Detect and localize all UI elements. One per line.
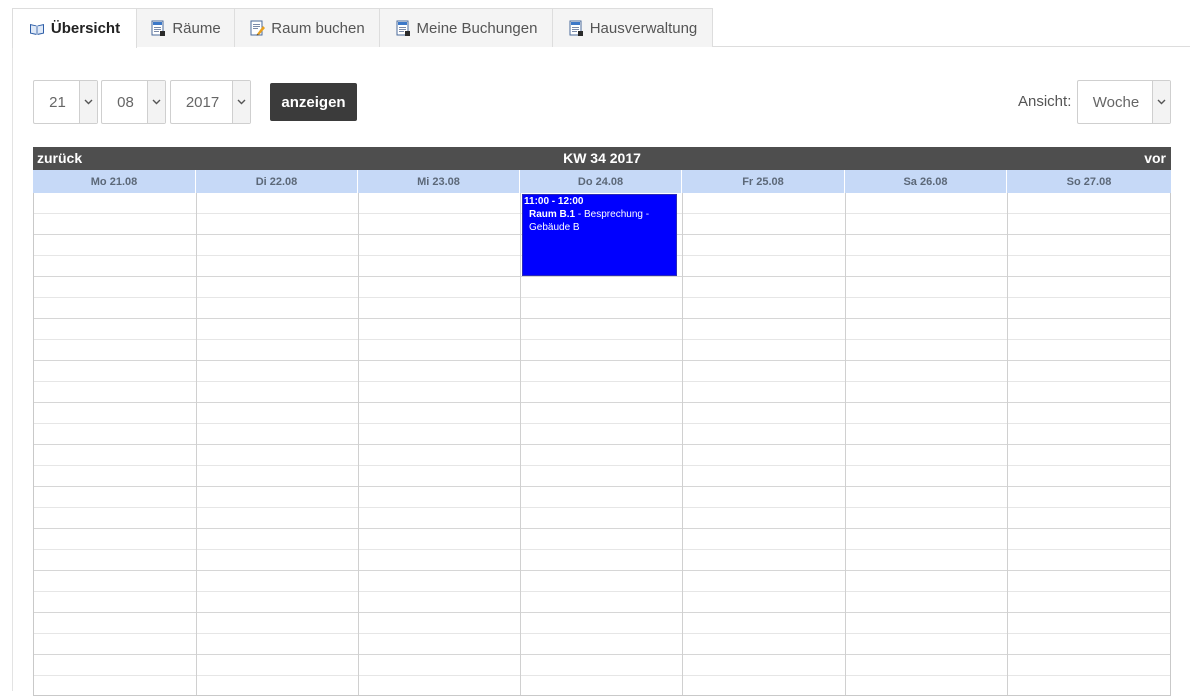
event-description: Raum B.1 - Besprechung - Gebäude B [524, 208, 675, 234]
tab-label: Meine Buchungen [416, 19, 538, 37]
day-divider [520, 193, 521, 695]
tab-bar: Übersicht Räume Raum buchen Meine Buchun… [12, 8, 1190, 48]
tab-raeume[interactable]: Räume [136, 8, 235, 47]
tab-label: Raum buchen [271, 19, 365, 37]
view-select-value: Woche [1092, 93, 1140, 111]
chevron-down-icon [232, 81, 250, 123]
calendar-header: zurück KW 34 2017 vor [33, 147, 1171, 170]
day-select[interactable]: 21 [33, 80, 98, 124]
tab-raum-buchen[interactable]: Raum buchen [234, 8, 380, 47]
week-title: KW 34 2017 [563, 150, 641, 166]
event-separator: - [575, 209, 585, 220]
next-week-link[interactable]: vor [1144, 150, 1166, 166]
event-room: Raum B.1 [529, 209, 576, 220]
day-header-sa: Sa 26.08 [845, 170, 1007, 193]
day-divider [1007, 193, 1008, 695]
day-header-mi: Mi 23.08 [358, 170, 520, 193]
time-grid[interactable]: 11:00 - 12:00 Raum B.1 - Besprechung - G… [33, 193, 1171, 696]
day-header-row: Mo 21.08 Di 22.08 Mi 23.08 Do 24.08 Fr 2… [33, 170, 1171, 193]
day-header-so: So 27.08 [1066, 175, 1112, 188]
year-select[interactable]: 2017 [170, 80, 251, 124]
week-calendar: zurück KW 34 2017 vor Mo 21.08 Di 22.08 … [33, 147, 1171, 696]
tab-hausverwaltung[interactable]: Hausverwaltung [552, 8, 713, 47]
chevron-down-icon [79, 81, 97, 123]
document-icon [395, 20, 411, 36]
tab-label: Räume [172, 19, 221, 37]
day-header-fr: Fr 25.08 [682, 170, 845, 193]
edit-document-icon [249, 20, 266, 36]
day-divider [682, 193, 683, 695]
document-icon [568, 20, 584, 36]
chevron-down-icon [147, 81, 165, 123]
tab-uebersicht[interactable]: Übersicht [12, 8, 137, 48]
chevron-down-icon [1152, 81, 1170, 123]
book-icon [29, 21, 45, 37]
event-time: 11:00 - 12:00 [524, 196, 584, 207]
tab-meine-buchungen[interactable]: Meine Buchungen [379, 8, 553, 47]
year-select-value: 2017 [185, 93, 220, 111]
page-left-border [12, 46, 13, 691]
day-header-di: Di 22.08 [196, 170, 358, 193]
month-select[interactable]: 08 [101, 80, 166, 124]
show-button[interactable]: anzeigen [270, 83, 357, 121]
day-header-do: Do 24.08 [520, 170, 682, 193]
document-icon [150, 20, 166, 36]
day-divider [196, 193, 197, 695]
booking-event[interactable]: 11:00 - 12:00 Raum B.1 - Besprechung - G… [522, 194, 677, 276]
day-header-mo: Mo 21.08 [33, 170, 196, 193]
day-divider [358, 193, 359, 695]
view-select[interactable]: Woche [1077, 80, 1171, 124]
month-select-value: 08 [117, 93, 134, 111]
day-select-value: 21 [49, 93, 66, 111]
tab-label: Hausverwaltung [589, 19, 698, 37]
view-label: Ansicht: [1018, 93, 1072, 110]
day-divider [845, 193, 846, 695]
tab-label: Übersicht [50, 20, 121, 37]
